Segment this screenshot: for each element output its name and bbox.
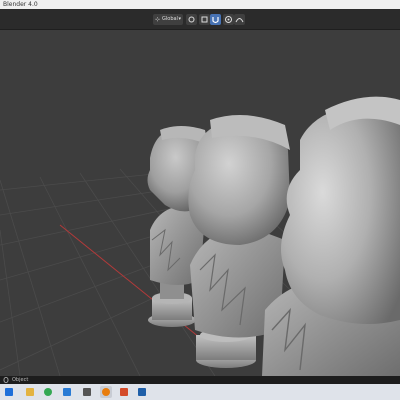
app-icon: [83, 388, 91, 396]
windows-taskbar: [0, 384, 400, 400]
proportional-editing-button[interactable]: [223, 14, 234, 25]
taskbar-app-4[interactable]: [81, 386, 93, 398]
snap-icon: [201, 16, 208, 23]
blender-icon: [102, 388, 110, 396]
taskbar-app-8[interactable]: [136, 386, 148, 398]
viewport-header: ⊹ Global ▾: [0, 9, 400, 30]
taskbar-app-3[interactable]: [61, 386, 73, 398]
taskbar-app-chrome[interactable]: [42, 386, 54, 398]
pivot-point-button[interactable]: [186, 14, 197, 25]
taskbar-app-zbrush[interactable]: [118, 386, 130, 398]
chevron-down-icon: ▾: [178, 16, 181, 22]
status-bar: Object: [0, 376, 400, 384]
status-mode-label: Object: [12, 377, 29, 383]
windows-start-icon: [5, 388, 13, 396]
zbrush-icon: [120, 388, 128, 396]
pivot-icon: [188, 16, 195, 23]
window-titlebar: Blender 4.0: [0, 0, 400, 9]
taskbar-app-file-explorer[interactable]: [24, 386, 36, 398]
window-title: Blender 4.0: [3, 1, 38, 8]
mouse-icon: [3, 377, 9, 383]
orientation-label: Global: [162, 16, 178, 22]
app-icon: [63, 388, 71, 396]
3d-viewport[interactable]: [0, 30, 400, 376]
magnet-icon: [212, 17, 219, 24]
snap-toggle-button[interactable]: [199, 14, 210, 25]
taskbar-app-blender[interactable]: [100, 386, 112, 398]
transform-orientation-dropdown[interactable]: ⊹ Global ▾: [153, 14, 183, 25]
snap-target-button[interactable]: [210, 14, 221, 25]
app-icon: [138, 388, 146, 396]
viewport-scene: [0, 96, 400, 376]
file-explorer-icon: [26, 388, 34, 396]
windows-start-button[interactable]: [3, 386, 15, 398]
transform-orientation-icon: ⊹: [155, 16, 161, 23]
chrome-icon: [44, 388, 52, 396]
falloff-icon: [235, 18, 244, 23]
falloff-dropdown[interactable]: [234, 14, 245, 25]
